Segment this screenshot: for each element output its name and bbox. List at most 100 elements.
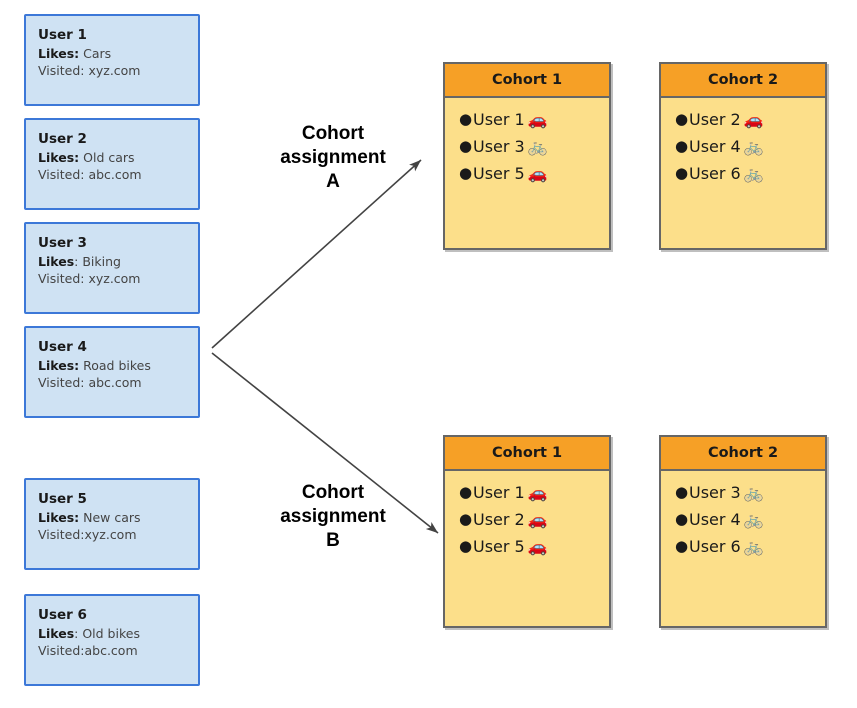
- bullet-icon: ●: [675, 510, 689, 528]
- list-item: ● User 4 🚲: [661, 133, 825, 160]
- user-visited-line: Visited:xyz.com: [38, 526, 198, 543]
- visited-value: abc.com: [84, 375, 142, 390]
- bullet-icon: ●: [459, 537, 473, 555]
- list-item: ● User 4 🚲: [661, 506, 825, 533]
- user-card-6[interactable]: User 6 Likes: Old bikes Visited:abc.com: [24, 594, 200, 686]
- list-item: ● User 3 🚲: [661, 479, 825, 506]
- user-visited-line: Visited: xyz.com: [38, 62, 198, 79]
- car-emoji: 🚗: [527, 537, 548, 556]
- list-item: ● User 2 🚗: [661, 106, 825, 133]
- list-item: ● User 5 🚗: [445, 533, 609, 560]
- cohort-title: Cohort 1: [445, 437, 609, 471]
- user-name: User 4: [38, 339, 87, 355]
- user-likes-line: Likes: New cars: [38, 509, 198, 526]
- user-card-4[interactable]: User 4 Likes: Road bikes Visited: abc.co…: [24, 326, 200, 418]
- member-label: User 1: [473, 483, 525, 502]
- bicycle-emoji: 🚲: [743, 483, 764, 502]
- bullet-icon: ●: [675, 164, 689, 182]
- bicycle-emoji: 🚲: [743, 510, 764, 529]
- list-item: ● User 1 🚗: [445, 106, 609, 133]
- member-label: User 2: [689, 110, 741, 129]
- bicycle-emoji: 🚲: [743, 137, 764, 156]
- user-card-5[interactable]: User 5 Likes: New cars Visited:xyz.com: [24, 478, 200, 570]
- likes-value: : Old bikes: [74, 626, 140, 641]
- likes-value: Road bikes: [79, 358, 151, 373]
- bicycle-emoji: 🚲: [743, 537, 764, 556]
- visited-label: Visited:: [38, 375, 85, 390]
- cohort-title: Cohort 2: [661, 437, 825, 471]
- list-item: ● User 6 🚲: [661, 160, 825, 187]
- car-emoji: 🚗: [527, 483, 548, 502]
- likes-value: Cars: [79, 46, 112, 61]
- cohort-member-list: ● User 3 🚲 ● User 4 🚲 ● User 6 🚲: [661, 471, 825, 560]
- list-item: ● User 2 🚗: [445, 506, 609, 533]
- bullet-icon: ●: [459, 110, 473, 128]
- list-item: ● User 6 🚲: [661, 533, 825, 560]
- visited-label: Visited:: [38, 643, 85, 658]
- bullet-icon: ●: [675, 537, 689, 555]
- cohort-box-b2[interactable]: Cohort 2 ● User 3 🚲 ● User 4 🚲 ● User 6 …: [659, 435, 827, 628]
- likes-label: Likes:: [38, 358, 80, 373]
- car-emoji: 🚗: [527, 110, 548, 129]
- bullet-icon: ●: [675, 110, 689, 128]
- cohort-title: Cohort 1: [445, 64, 609, 98]
- visited-value: abc.com: [84, 167, 142, 182]
- visited-value: xyz.com: [84, 63, 141, 78]
- likes-value: New cars: [79, 510, 141, 525]
- bullet-icon: ●: [675, 137, 689, 155]
- user-name: User 1: [38, 27, 87, 43]
- bullet-icon: ●: [675, 483, 689, 501]
- bicycle-emoji: 🚲: [743, 164, 764, 183]
- member-label: User 1: [473, 110, 525, 129]
- likes-label: Likes: [38, 626, 75, 641]
- cohort-member-list: ● User 2 🚗 ● User 4 🚲 ● User 6 🚲: [661, 98, 825, 187]
- cohort-member-list: ● User 1 🚗 ● User 3 🚲 ● User 5 🚗: [445, 98, 609, 187]
- user-name: User 3: [38, 235, 87, 251]
- likes-value: Old cars: [79, 150, 135, 165]
- user-likes-line: Likes: Road bikes: [38, 357, 198, 374]
- user-likes-line: Likes: Old bikes: [38, 625, 198, 642]
- car-emoji: 🚗: [527, 510, 548, 529]
- user-name: User 6: [38, 607, 87, 623]
- member-label: User 4: [689, 137, 741, 156]
- diagram-canvas: User 1 Likes: Cars Visited: xyz.com User…: [0, 0, 857, 708]
- member-label: User 3: [473, 137, 525, 156]
- bicycle-emoji: 🚲: [527, 137, 548, 156]
- user-likes-line: Likes: Old cars: [38, 149, 198, 166]
- likes-label: Likes: [38, 254, 75, 269]
- visited-value: abc.com: [84, 643, 138, 658]
- member-label: User 6: [689, 537, 741, 556]
- user-visited-line: Visited:abc.com: [38, 642, 198, 659]
- bullet-icon: ●: [459, 483, 473, 501]
- user-card-3[interactable]: User 3 Likes: Biking Visited: xyz.com: [24, 222, 200, 314]
- member-label: User 3: [689, 483, 741, 502]
- cohort-member-list: ● User 1 🚗 ● User 2 🚗 ● User 5 🚗: [445, 471, 609, 560]
- member-label: User 5: [473, 164, 525, 183]
- likes-label: Likes:: [38, 46, 80, 61]
- car-emoji: 🚗: [743, 110, 764, 129]
- user-visited-line: Visited: xyz.com: [38, 270, 198, 287]
- visited-label: Visited:: [38, 527, 85, 542]
- member-label: User 4: [689, 510, 741, 529]
- member-label: User 6: [689, 164, 741, 183]
- cohort-box-a2[interactable]: Cohort 2 ● User 2 🚗 ● User 4 🚲 ● User 6 …: [659, 62, 827, 250]
- list-item: ● User 1 🚗: [445, 479, 609, 506]
- user-visited-line: Visited: abc.com: [38, 166, 198, 183]
- visited-label: Visited:: [38, 167, 85, 182]
- user-card-1[interactable]: User 1 Likes: Cars Visited: xyz.com: [24, 14, 200, 106]
- bullet-icon: ●: [459, 510, 473, 528]
- user-name: User 2: [38, 131, 87, 147]
- member-label: User 5: [473, 537, 525, 556]
- cohort-box-a1[interactable]: Cohort 1 ● User 1 🚗 ● User 3 🚲 ● User 5 …: [443, 62, 611, 250]
- visited-label: Visited:: [38, 271, 85, 286]
- user-visited-line: Visited: abc.com: [38, 374, 198, 391]
- visited-label: Visited:: [38, 63, 85, 78]
- cohort-title: Cohort 2: [661, 64, 825, 98]
- assignment-b-label: Cohort assignment B: [280, 482, 386, 551]
- user-card-2[interactable]: User 2 Likes: Old cars Visited: abc.com: [24, 118, 200, 210]
- list-item: ● User 3 🚲: [445, 133, 609, 160]
- cohort-box-b1[interactable]: Cohort 1 ● User 1 🚗 ● User 2 🚗 ● User 5 …: [443, 435, 611, 628]
- list-item: ● User 5 🚗: [445, 160, 609, 187]
- bullet-icon: ●: [459, 137, 473, 155]
- user-likes-line: Likes: Biking: [38, 253, 198, 270]
